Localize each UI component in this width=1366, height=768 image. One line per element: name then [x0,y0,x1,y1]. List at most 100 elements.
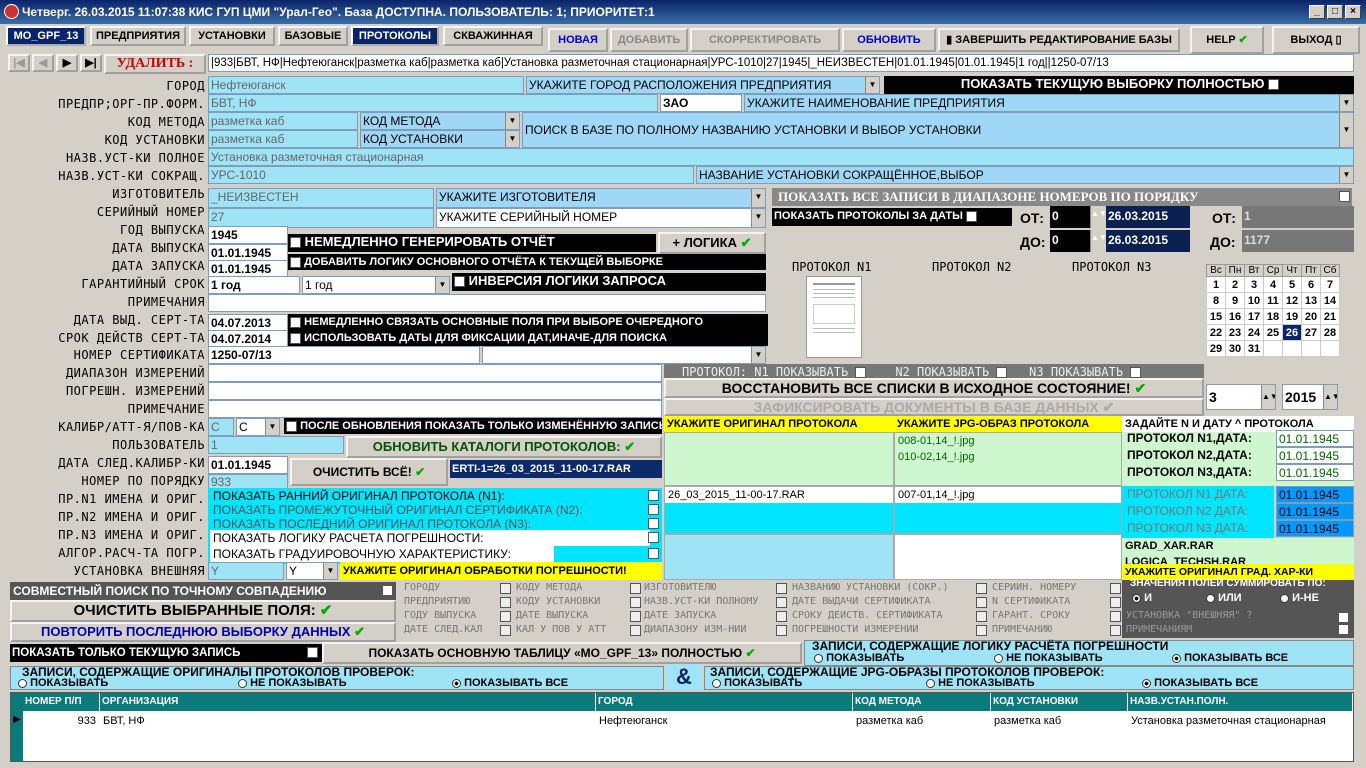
tab-mo-gpf[interactable]: MO_GPF_13 [6,26,86,46]
link-fields-checkbox[interactable]: ✓ [290,316,301,328]
orig-proc-hint[interactable]: УКАЖИТЕ ОРИГИНАЛ ОБРАБОТКИ ПОГРЕШНОСТИ! [340,562,662,580]
gen-report-toggle[interactable]: НЕМЕДЛЕННО ГЕНЕРИРОВАТЬ ОТЧЁТ [288,234,656,252]
show-range-toggle[interactable]: ПОКАЗАТЬ ВСЕ ЗАПИСИ В ДИАПАЗОНЕ НОМЕРОВ … [772,188,1352,206]
logic-show-radio[interactable]: ПОКАЗЫВАТЬ [814,652,904,664]
serial-field[interactable]: 27 [208,208,434,228]
radio-noshow[interactable] [238,678,247,688]
calendar-day[interactable]: 28 [1320,324,1340,341]
grid-header-method[interactable]: КОД МЕТОДА [853,693,991,711]
calendar-day[interactable]: 19 [1282,308,1302,325]
calib-combo[interactable]: C ▼ [236,418,280,436]
calendar-day[interactable]: 2 [1225,276,1245,293]
calendar-day[interactable]: 17 [1244,308,1264,325]
tab-protocols[interactable]: ПРОТОКОЛЫ [351,26,439,46]
calendar-day[interactable]: 9 [1225,292,1245,309]
sum-field-checkbox[interactable] [630,625,641,636]
radio-show[interactable] [18,678,27,688]
jpg-list-1[interactable]: 008-01,14_!.jpg 010-02,14_!.jpg [894,432,1122,486]
delete-button[interactable]: УДАЛИТЬ : [104,54,206,74]
calendar-day[interactable]: 15 [1206,308,1226,325]
use-dates-checkbox[interactable]: ✓ [290,332,301,344]
sum-nor-radio[interactable]: И-НЕ [1280,592,1319,604]
next-record-icon[interactable]: ▶ [56,54,78,72]
date-to-field[interactable]: 26.03.2015 [1106,230,1190,252]
jpg-noshow-radio[interactable]: НЕ ПОКАЗЫВАТЬ [926,677,1035,689]
note2-field[interactable] [208,400,662,418]
num-from-field[interactable]: 1 [1242,206,1354,228]
calendar-day[interactable]: 22 [1206,324,1226,341]
sum-field-checkbox[interactable] [500,611,511,622]
year-field[interactable]: 1945 [208,226,288,244]
show-selection-toggle[interactable]: ПОКАЗАТЬ ТЕКУЩУЮ ВЫБОРКУ ПОЛНОСТЬЮ [884,76,1354,94]
orig-list-1[interactable] [664,432,894,486]
prev-record-icon[interactable]: ◀ [32,54,54,72]
table-cell[interactable]: разметка каб [991,713,1128,729]
pd2-field[interactable]: 01.01.1945 [1276,447,1354,464]
sum-field-checkbox[interactable] [976,597,987,608]
search-combo[interactable]: ПОИСК В БАЗЕ ПО ПОЛНОМУ НАЗВАНИЮ УСТАНОВ… [522,112,1354,148]
restore-lists-button[interactable]: ВОССТАНОВИТЬ ВСЕ СПИСКИ В ИСХОДНОЕ СОСТО… [664,378,1204,398]
minimize-icon[interactable]: _ [1309,5,1325,19]
calendar-day[interactable]: 27 [1301,324,1321,341]
enterprise-combo[interactable]: УКАЖИТЕ НАИМЕНОВАНИЕ ПРЕДПРИЯТИЯ ▼ [744,94,1354,112]
new-button[interactable]: НОВАЯ [548,28,608,52]
enterprise-field[interactable]: БВТ, НФ [208,94,658,112]
warranty-field[interactable]: 1 год [208,276,300,294]
pg2-field[interactable]: 01.01.1945 [1276,503,1354,520]
logic-calc-checkbox[interactable] [648,532,659,543]
show-dates-toggle[interactable]: ПОКАЗАТЬ ПРОТОКОЛЫ ЗА ДАТЫ [772,208,1012,226]
notes-field[interactable] [208,294,766,312]
calendar-day[interactable]: 6 [1301,276,1321,293]
notes-group-checkbox[interactable] [1338,624,1349,635]
after-update-checkbox[interactable]: ✓ [286,420,297,432]
calendar-day[interactable]: 31 [1244,340,1264,357]
calendar-day[interactable]: 23 [1225,324,1245,341]
last-record-icon[interactable]: ▶| [80,54,102,72]
sum-field-checkbox[interactable] [500,583,511,594]
grad-list[interactable] [894,534,1122,580]
serial-combo[interactable]: УКАЖИТЕ СЕРИЙНЫЙ НОМЕР ▼ [436,208,766,228]
radio-or[interactable] [1206,593,1215,603]
external-field[interactable]: Y [208,562,284,580]
sum-and-radio[interactable]: И [1132,592,1152,604]
maker-combo[interactable]: УКАЖИТЕ ИЗГОТОВИТЕЛЯ ▼ [436,188,766,208]
calendar-day[interactable]: 21 [1320,308,1340,325]
pd3-field[interactable]: 01.01.1945 [1276,464,1354,481]
calendar-day[interactable]: 1 [1206,276,1226,293]
sum-field-checkbox[interactable] [776,611,787,622]
external-combo[interactable]: Y ▼ [286,562,338,580]
month-spinner[interactable]: 3▲▼ [1206,384,1276,410]
show-selection-checkbox[interactable] [1268,79,1280,91]
repeat-selection-button[interactable]: ПОВТОРИТЬ ПОСЛЕДНЮЮ ВЫБОРКУ ДАННЫХ ✔ [10,622,396,642]
use-dates-toggle[interactable]: ✓ ИСПОЛЬЗОВАТЬ ДАТЫ ДЛЯ ФИКСАЦИИ ДАТ,ИНА… [288,330,768,346]
grid-header-org[interactable]: ОРГАНИЗАЦИЯ [100,693,596,711]
calendar-day[interactable]: 12 [1282,292,1302,309]
table-cell[interactable]: Установка разметочная стационарная [1128,713,1353,729]
sum-field-checkbox[interactable] [1110,625,1121,636]
install-code-field[interactable]: разметка каб [208,130,358,148]
close-icon[interactable]: × [1345,5,1361,19]
show-dates-checkbox[interactable] [965,210,977,222]
orig-show-radio[interactable]: ПОКАЗЫВАТЬ [18,677,108,689]
calib-field[interactable]: C [208,418,234,436]
full-name-field[interactable]: Установка разметочная стационарная [208,148,1354,166]
only-current-toggle[interactable]: ПОКАЗАТЬ ТОЛЬКО ТЕКУЩУЮ ЗАПИСЬ [10,644,322,662]
table-cell[interactable]: БВТ, НФ [100,713,596,729]
rar-item[interactable]: 26_03_2015_11-00-17.RAR [665,487,893,503]
range-field[interactable] [208,364,662,382]
jpg-list-2[interactable]: 007-01,14_!.jpg [894,486,1122,534]
protocol1-thumbnail[interactable] [806,276,862,358]
city-field[interactable]: Нефтеюганск [208,76,524,94]
radio-nor[interactable] [1280,593,1289,603]
calendar-day[interactable]: 30 [1225,340,1245,357]
sum-field-checkbox[interactable] [776,597,787,608]
calendar-day[interactable]: 3 [1244,276,1264,293]
table-cell[interactable]: Нефтеюганск [596,713,853,729]
clear-all-button[interactable]: ОЧИСТИТЬ ВСЁ! ✔ [290,458,448,486]
grad-files[interactable]: GRAD_XAR.RAR LOGICA_TECHSH.RAR [1122,538,1354,566]
sum-field-checkbox[interactable] [976,625,987,636]
jpg-item-3[interactable]: 007-01,14_!.jpg [895,487,1121,503]
calendar-day[interactable]: 26 [1282,324,1302,341]
orig-noshow-radio[interactable]: НЕ ПОКАЗЫВАТЬ [238,677,347,689]
fix-docs-button[interactable]: ЗАФИКСИРОВАТЬ ДОКУМЕНТЫ В БАЗЕ ДАННЫХ ✔ [664,398,1204,416]
